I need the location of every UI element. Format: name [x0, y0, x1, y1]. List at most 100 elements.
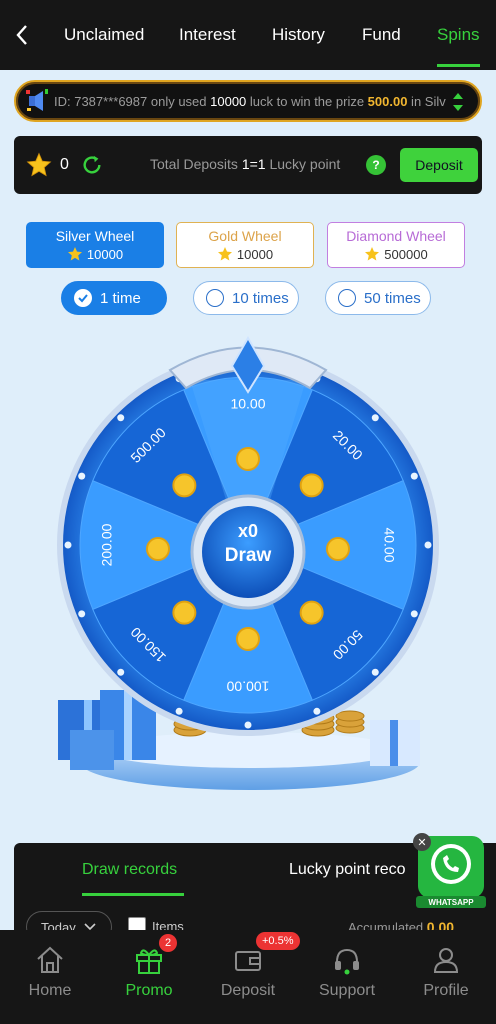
- diamond-wheel-button[interactable]: Diamond Wheel 500000: [327, 222, 465, 268]
- headset-icon: [335, 948, 359, 975]
- star-icon: [26, 152, 52, 177]
- one-time-option[interactable]: 1 time: [61, 281, 167, 315]
- rim-light: [78, 610, 86, 618]
- scroll-arrows-icon[interactable]: [450, 90, 466, 114]
- gold-wheel-label: Gold Wheel: [208, 228, 282, 244]
- tab-history[interactable]: History: [272, 0, 325, 70]
- coin-icon: [299, 473, 324, 498]
- radio-icon: [206, 289, 224, 307]
- gift-box-right: [370, 720, 420, 766]
- ticker-luck-amount: 10000: [210, 93, 247, 109]
- diamond-wheel-cost-value: 500000: [384, 246, 428, 262]
- info-prefix: Total Deposits: [150, 156, 242, 172]
- refresh-icon[interactable]: [81, 154, 103, 176]
- info-ratio: 1=1: [241, 156, 266, 172]
- speaker-icon: [22, 85, 54, 117]
- ten-times-option[interactable]: 10 times: [193, 281, 299, 315]
- user-icon: [433, 948, 459, 973]
- tab-fund[interactable]: Fund: [362, 0, 401, 70]
- prize-label: 10.00: [230, 396, 265, 412]
- nav-support-label: Support: [318, 982, 376, 999]
- prize-wheel: 10.0020.0040.0050.00100.00150.00200.0050…: [57, 335, 439, 790]
- diamond-wheel-cost: 500000: [364, 246, 428, 262]
- nav-promo-label: Promo: [125, 982, 173, 999]
- active-tab-indicator: [82, 893, 184, 896]
- rim-light: [117, 414, 125, 422]
- fifty-times-label: 50 times: [364, 289, 421, 307]
- rim-light: [424, 541, 432, 549]
- info-suffix: Lucky point: [265, 156, 341, 172]
- ticker-suffix: in Silv: [407, 93, 446, 109]
- wheel-pointer: [168, 335, 328, 394]
- gold-wheel-cost-value: 10000: [236, 246, 274, 262]
- tab-draw-records[interactable]: Draw records: [82, 861, 177, 879]
- promo-badge: 2: [159, 934, 177, 952]
- whatsapp-label: WHATSAPP: [428, 898, 474, 907]
- coin-icon: [299, 600, 324, 625]
- prize-label: 100.00: [226, 678, 269, 694]
- star-count: 0: [60, 156, 69, 173]
- coin-icon: [172, 473, 197, 498]
- top-nav: Unclaimed Interest History Fund Spins: [0, 0, 496, 70]
- fifty-times-option[interactable]: 50 times: [325, 281, 431, 315]
- star-icon: [217, 247, 232, 261]
- prize-label: 200.00: [99, 523, 115, 566]
- whatsapp-button[interactable]: WHATSAPP ✕: [412, 832, 492, 912]
- star-icon: [365, 247, 380, 261]
- coin-icon: [326, 537, 350, 561]
- lucky-point-bar: 0 Total Deposits 1=1 Lucky point ? Depos…: [14, 136, 482, 194]
- bottom-nav: Home Promo 2 Deposit +0.5% Support Profi…: [0, 930, 496, 1024]
- silver-wheel-cost-value: 10000: [86, 246, 124, 262]
- nav-profile-label: Profile: [423, 982, 469, 999]
- coin-icon: [236, 447, 260, 471]
- rim-light: [244, 721, 252, 729]
- deposit-bonus-badge: +0.5%: [256, 932, 300, 950]
- rim-light: [64, 541, 72, 549]
- tab-unclaimed[interactable]: Unclaimed: [64, 0, 144, 70]
- rim-light: [78, 472, 86, 480]
- nav-support[interactable]: Support: [297, 930, 397, 1024]
- deposit-ratio-info: Total Deposits 1=1 Lucky point: [150, 156, 340, 172]
- radio-icon: [338, 289, 356, 307]
- help-icon[interactable]: ?: [366, 155, 386, 175]
- rim-light: [313, 707, 321, 715]
- tab-lucky-point-records[interactable]: Lucky point reco: [289, 861, 406, 879]
- nav-promo[interactable]: Promo 2: [99, 930, 199, 1024]
- tab-interest[interactable]: Interest: [179, 0, 236, 70]
- back-button[interactable]: [0, 0, 44, 70]
- deposit-button[interactable]: Deposit: [400, 148, 478, 182]
- silver-wheel-button[interactable]: Silver Wheel 10000: [26, 222, 164, 268]
- star-icon: [67, 247, 82, 261]
- coin-icon: [146, 537, 170, 561]
- rim-light: [371, 668, 379, 676]
- draw-count: x0: [238, 521, 258, 541]
- prize-label: 40.00: [381, 527, 397, 562]
- close-icon-glyph: ✕: [417, 836, 426, 849]
- coin-icon: [236, 627, 260, 651]
- chevron-left-icon: [16, 25, 27, 45]
- rim-light: [410, 610, 418, 618]
- gold-wheel-button[interactable]: Gold Wheel 10000: [176, 222, 314, 268]
- ticker-prize: 500.00: [367, 93, 408, 109]
- nav-profile[interactable]: Profile: [396, 930, 496, 1024]
- draw-label: Draw: [225, 545, 272, 566]
- rim-light: [117, 668, 125, 676]
- nav-home-label: Home: [28, 982, 72, 999]
- ticker-text: ID: 7387***6987 only used 10000 luck to …: [54, 94, 454, 109]
- rim-light: [175, 707, 183, 715]
- ten-times-label: 10 times: [232, 289, 289, 307]
- rim-light: [371, 414, 379, 422]
- wallet-icon: [235, 951, 261, 971]
- one-time-label: 1 time: [100, 289, 141, 307]
- tab-spins[interactable]: Spins: [437, 0, 480, 70]
- check-icon: [74, 289, 92, 307]
- home-icon: [37, 946, 63, 973]
- silver-wheel-cost: 10000: [67, 246, 123, 262]
- rim-light: [410, 472, 418, 480]
- nav-deposit[interactable]: Deposit +0.5%: [198, 930, 300, 1024]
- nav-deposit-label: Deposit: [220, 982, 276, 999]
- ticker-mid: luck to win the prize: [246, 93, 368, 109]
- silver-wheel-label: Silver Wheel: [55, 228, 135, 244]
- coin-icon: [172, 600, 197, 625]
- nav-home[interactable]: Home: [0, 930, 100, 1024]
